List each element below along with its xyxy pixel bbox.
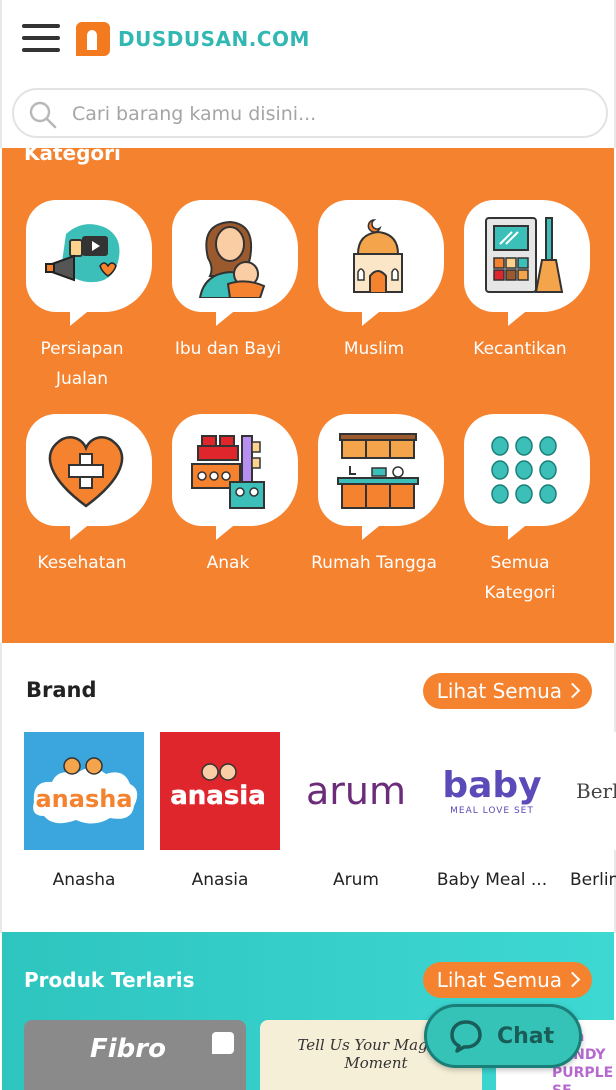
category-muslim[interactable]: Muslim bbox=[294, 200, 444, 364]
megaphone-icon bbox=[45, 224, 120, 283]
category-semua-kategori[interactable]: Semua Kategori bbox=[440, 414, 590, 608]
search-box[interactable] bbox=[12, 88, 608, 138]
category-bubble bbox=[318, 200, 444, 326]
category-kesehatan[interactable]: Kesehatan bbox=[2, 414, 152, 578]
category-label: Rumah Tangga bbox=[311, 553, 437, 573]
toy-blocks-icon bbox=[191, 435, 265, 509]
site-logo[interactable]: DUSDUSAN.COM bbox=[76, 22, 310, 56]
product-brand-mark-icon bbox=[212, 1032, 234, 1054]
brand-carousel[interactable]: anasha Anasha anasia Anasia arum Arum ba… bbox=[24, 732, 616, 902]
menu-bar bbox=[22, 48, 60, 52]
brand-logo-text: arum bbox=[305, 769, 406, 813]
brand-item-anasia[interactable]: anasia Anasia bbox=[160, 732, 280, 890]
category-label: Ibu dan Bayi bbox=[174, 339, 282, 359]
search-bar-container bbox=[0, 80, 616, 148]
hamburger-menu-icon[interactable] bbox=[22, 24, 60, 52]
chat-button[interactable]: Chat bbox=[424, 1004, 582, 1068]
kitchen-icon bbox=[337, 433, 419, 509]
brand-logo-text: anasha bbox=[35, 785, 132, 813]
brand-title: Brand bbox=[26, 678, 97, 702]
category-title: Kategori bbox=[24, 148, 121, 165]
category-persiapan-jualan[interactable]: Persiapan Jualan bbox=[2, 200, 152, 394]
best-seller-see-all-button[interactable]: Lihat Semua bbox=[422, 962, 592, 998]
category-label: Kecantikan bbox=[473, 339, 567, 359]
makeup-palette-icon bbox=[485, 217, 564, 293]
grid-dots-icon bbox=[491, 436, 557, 504]
heart-plus-icon bbox=[48, 436, 124, 508]
category-bubble bbox=[26, 200, 152, 326]
brand-item-baby-meal[interactable]: baby MEAL LOVE SET Baby Meal ... bbox=[432, 732, 552, 890]
product-card-fibro[interactable]: Fibro bbox=[24, 1020, 246, 1090]
brand-item-berlin[interactable]: Berlin Berlin bbox=[568, 732, 616, 890]
brand-logo: arum bbox=[296, 732, 416, 850]
category-ibu-dan-bayi[interactable]: Ibu dan Bayi bbox=[148, 200, 298, 364]
brand-see-all-button[interactable]: Lihat Semua bbox=[422, 673, 592, 709]
menu-bar bbox=[22, 24, 60, 28]
logo-text: DUSDUSAN.COM bbox=[118, 27, 310, 51]
category-label: Persiapan Jualan bbox=[40, 339, 124, 389]
search-input[interactable] bbox=[72, 98, 592, 130]
category-label: Anak bbox=[206, 553, 250, 573]
mother-baby-icon bbox=[198, 220, 266, 298]
brand-logo: anasha bbox=[24, 732, 144, 850]
brand-item-arum[interactable]: arum Arum bbox=[296, 732, 416, 890]
chat-label: Chat bbox=[497, 1023, 555, 1049]
category-bubble bbox=[26, 414, 152, 540]
category-anak[interactable]: Anak bbox=[148, 414, 298, 578]
menu-bar bbox=[22, 36, 60, 40]
brand-name: Berlin bbox=[570, 870, 616, 890]
category-label: Muslim bbox=[343, 339, 405, 359]
search-icon bbox=[29, 101, 57, 129]
category-label: Kesehatan bbox=[37, 553, 127, 573]
brand-logo: Berlin bbox=[568, 732, 616, 850]
chat-bubble-icon bbox=[450, 1020, 482, 1053]
brand-section: Brand Lihat Semua anasha Anasha anasia A… bbox=[0, 643, 616, 933]
brand-name: Anasia bbox=[191, 870, 249, 890]
category-rumah-tangga[interactable]: Rumah Tangga bbox=[294, 414, 444, 578]
logo-mark-icon bbox=[76, 22, 110, 56]
brand-logo-text: baby bbox=[442, 765, 542, 806]
brand-name: Arum bbox=[333, 870, 379, 890]
category-kecantikan[interactable]: Kecantikan bbox=[440, 200, 590, 364]
best-seller-title: Produk Terlaris bbox=[24, 968, 195, 992]
brand-name: Baby Meal ... bbox=[436, 870, 548, 890]
brand-logo: anasia bbox=[160, 732, 280, 850]
anasha-logo-icon: anasha bbox=[33, 757, 138, 824]
brand-item-anasha[interactable]: anasha Anasha bbox=[24, 732, 144, 890]
category-label: Semua Kategori bbox=[484, 553, 556, 603]
brand-logo-subtext: MEAL LOVE SET bbox=[450, 806, 534, 816]
category-bubble bbox=[464, 414, 590, 540]
top-header: DUSDUSAN.COM bbox=[0, 0, 616, 80]
anasia-logo-icon: anasia bbox=[170, 763, 266, 811]
brand-logo-text: anasia bbox=[170, 781, 266, 811]
category-bubble bbox=[464, 200, 590, 326]
brand-logo-text: Berlin bbox=[576, 779, 616, 803]
mosque-icon bbox=[353, 219, 403, 293]
brand-name: Anasha bbox=[52, 870, 116, 890]
category-section: Kategori Persiapan Jualan Ibu dan Bayi M… bbox=[2, 148, 614, 643]
category-bubble bbox=[172, 200, 298, 326]
category-bubble bbox=[318, 414, 444, 540]
product-label: Fibro bbox=[90, 1034, 166, 1064]
category-bubble bbox=[172, 414, 298, 540]
brand-logo: baby MEAL LOVE SET bbox=[432, 732, 552, 850]
